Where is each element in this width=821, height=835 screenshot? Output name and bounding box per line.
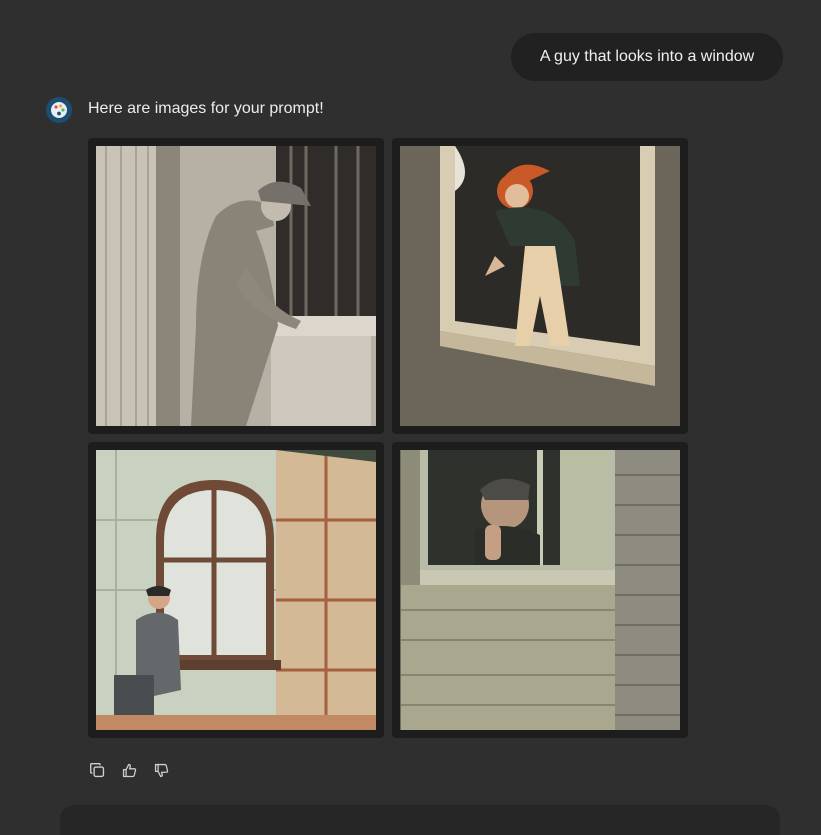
thumbs-down-icon [154, 763, 168, 777]
user-message-text: A guy that looks into a window [539, 48, 755, 65]
user-message-bubble: A guy that looks into a window [511, 33, 783, 81]
message-actions [86, 759, 172, 781]
composer-bar-edge [60, 805, 780, 835]
assistant-message-text: Here are images for your prompt! [88, 100, 324, 117]
thumbs-up-icon [122, 763, 136, 777]
image-grid [88, 138, 688, 738]
thumbs-down-button[interactable] [150, 759, 172, 781]
generated-image-2[interactable] [392, 138, 688, 434]
sketch-man-window-image [96, 146, 376, 426]
generated-image-4[interactable] [392, 442, 688, 738]
generated-image-3[interactable] [88, 442, 384, 738]
generated-image-1[interactable] [88, 138, 384, 434]
man-arched-window-image [96, 450, 376, 730]
thumbs-up-button[interactable] [118, 759, 140, 781]
old-man-window-image [400, 450, 680, 730]
red-hair-man-window-image [400, 146, 680, 426]
copy-icon [89, 762, 104, 777]
assistant-avatar [46, 97, 72, 123]
palette-icon [51, 102, 67, 118]
copy-button[interactable] [86, 759, 108, 781]
